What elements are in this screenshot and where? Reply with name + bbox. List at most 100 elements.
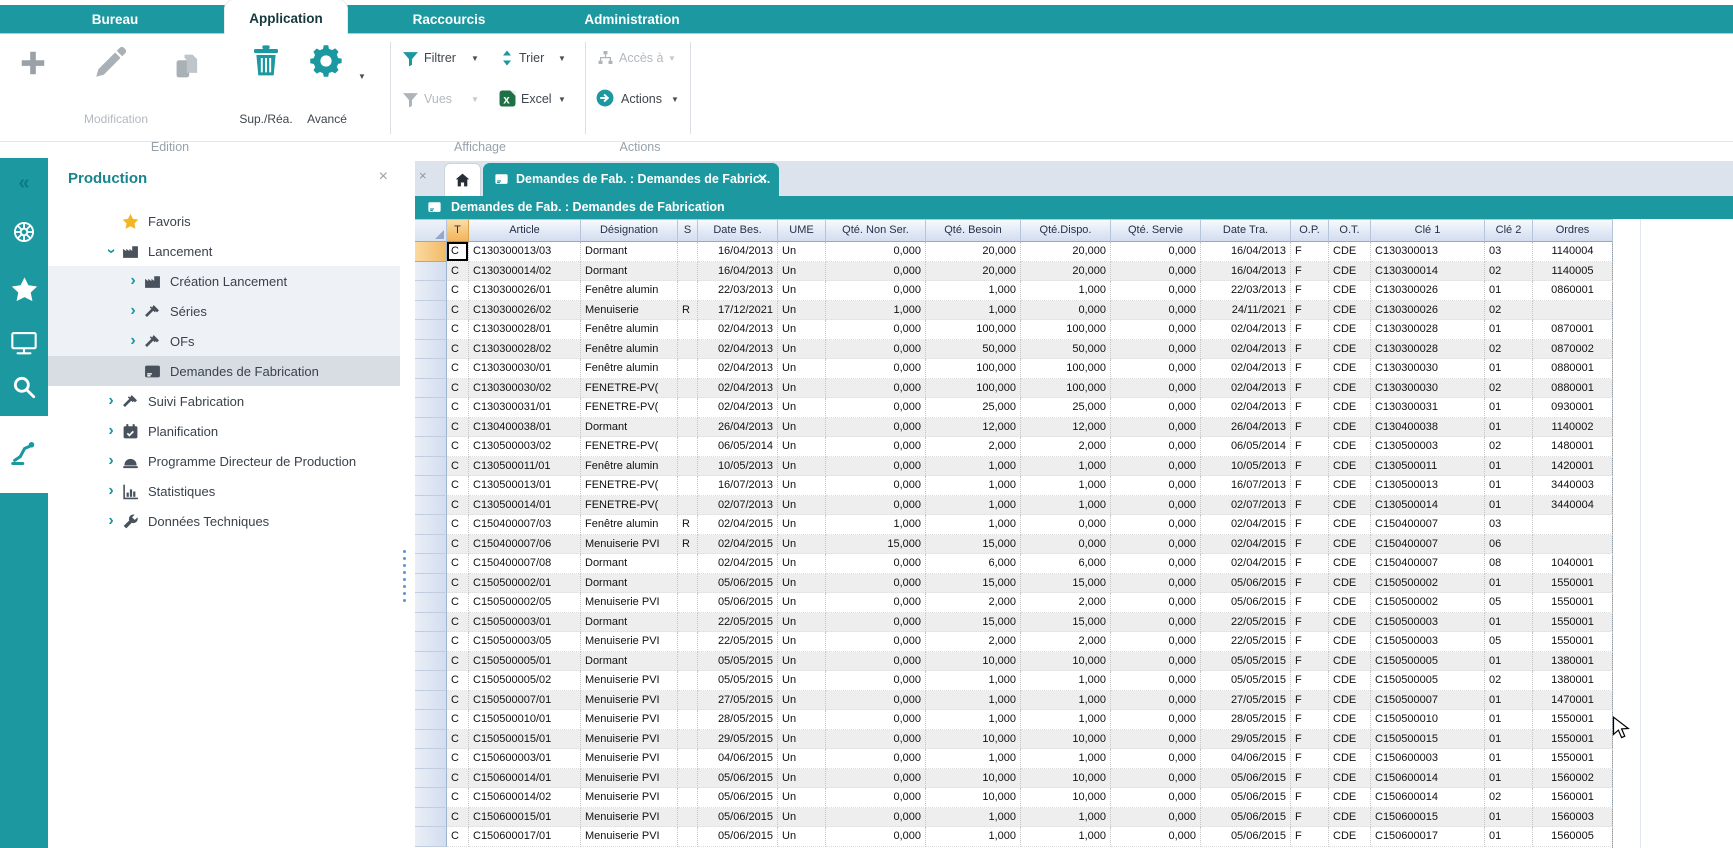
cell-cle1[interactable]: C150500007 [1371, 691, 1485, 711]
cell-qte_servie[interactable]: 0,000 [1111, 827, 1201, 847]
cell-date_bes[interactable]: 05/06/2015 [698, 574, 778, 594]
cell-qte_besoin[interactable]: 100,000 [926, 379, 1021, 399]
cell-ot[interactable]: CDE [1329, 710, 1371, 730]
cell-qte_servie[interactable]: 0,000 [1111, 340, 1201, 360]
cell-qte_dispo[interactable]: 50,000 [1021, 340, 1111, 360]
cell-ume[interactable]: Un [778, 320, 826, 340]
cell-sel[interactable] [415, 574, 447, 594]
cell-qte_non_ser[interactable]: 0,000 [826, 613, 926, 633]
cell-s[interactable] [678, 613, 698, 633]
cell-ume[interactable]: Un [778, 710, 826, 730]
cell-ordres[interactable]: 0870001 [1533, 320, 1613, 340]
cell-op[interactable]: F [1291, 496, 1329, 516]
cell-qte_besoin[interactable]: 1,000 [926, 281, 1021, 301]
column-header-t[interactable]: T [447, 219, 469, 242]
cell-t[interactable]: C [447, 320, 469, 340]
cell-date_bes[interactable]: 29/05/2015 [698, 730, 778, 750]
chevron-right-icon[interactable]: › [122, 274, 144, 288]
cell-ordres[interactable] [1533, 515, 1613, 535]
column-header-ume[interactable]: UME [778, 219, 826, 242]
cell-qte_dispo[interactable]: 1,000 [1021, 476, 1111, 496]
cell-qte_servie[interactable]: 0,000 [1111, 632, 1201, 652]
cell-ordres[interactable]: 1550001 [1533, 710, 1613, 730]
cell-date_tra[interactable]: 10/05/2013 [1201, 457, 1291, 477]
cell-t[interactable]: C [447, 652, 469, 672]
cell-ot[interactable]: CDE [1329, 515, 1371, 535]
cell-sel[interactable] [415, 827, 447, 847]
cell-ume[interactable]: Un [778, 262, 826, 282]
cell-qte_besoin[interactable]: 1,000 [926, 749, 1021, 769]
cell-op[interactable]: F [1291, 515, 1329, 535]
cell-ot[interactable]: CDE [1329, 398, 1371, 418]
cell-ordres[interactable] [1533, 301, 1613, 321]
tab-close-icon[interactable]: ✕ [757, 171, 768, 187]
cell-date_tra[interactable]: 02/07/2013 [1201, 496, 1291, 516]
cell-qte_besoin[interactable]: 20,000 [926, 262, 1021, 282]
cell-qte_non_ser[interactable]: 0,000 [826, 827, 926, 847]
cell-s[interactable] [678, 281, 698, 301]
cell-date_tra[interactable]: 05/06/2015 [1201, 788, 1291, 808]
cell-sel[interactable] [415, 808, 447, 828]
cell-op[interactable]: F [1291, 301, 1329, 321]
cell-sel[interactable] [415, 476, 447, 496]
cell-cle2[interactable]: 01 [1485, 574, 1533, 594]
cell-designation[interactable]: Fenêtre alumin [581, 340, 678, 360]
table-row[interactable]: CC150500002/05Menuiserie PVI05/06/2015Un… [415, 593, 1612, 613]
cell-qte_dispo[interactable]: 6,000 [1021, 554, 1111, 574]
cell-op[interactable]: F [1291, 691, 1329, 711]
cell-s[interactable] [678, 496, 698, 516]
cell-date_tra[interactable]: 16/04/2013 [1201, 262, 1291, 282]
cell-ume[interactable]: Un [778, 340, 826, 360]
cell-ume[interactable]: Un [778, 554, 826, 574]
collapse-panel-icon[interactable]: « [0, 172, 48, 195]
cell-s[interactable] [678, 320, 698, 340]
cell-cle2[interactable]: 01 [1485, 418, 1533, 438]
table-row[interactable]: CC150500005/01Dormant05/05/2015Un0,00010… [415, 652, 1612, 672]
cell-designation[interactable]: FENETRE-PV( [581, 476, 678, 496]
cell-qte_servie[interactable]: 0,000 [1111, 808, 1201, 828]
cell-ot[interactable]: CDE [1329, 418, 1371, 438]
cell-t[interactable]: C [447, 340, 469, 360]
cell-cle2[interactable]: 01 [1485, 457, 1533, 477]
column-header-date_bes[interactable]: Date Bes. [698, 219, 778, 242]
cell-cle1[interactable]: C150500005 [1371, 671, 1485, 691]
cell-ume[interactable]: Un [778, 574, 826, 594]
cell-ot[interactable]: CDE [1329, 730, 1371, 750]
cell-op[interactable]: F [1291, 613, 1329, 633]
table-row[interactable]: CC150500005/02Menuiserie PVI05/05/2015Un… [415, 671, 1612, 691]
cell-ot[interactable]: CDE [1329, 320, 1371, 340]
cell-ordres[interactable]: 1140005 [1533, 262, 1613, 282]
cell-s[interactable] [678, 671, 698, 691]
table-row[interactable]: CC130500013/01FENETRE-PV(16/07/2013Un0,0… [415, 476, 1612, 496]
cell-ordres[interactable]: 1380001 [1533, 652, 1613, 672]
cell-date_bes[interactable]: 02/04/2015 [698, 535, 778, 555]
cell-sel[interactable] [415, 535, 447, 555]
cell-s[interactable] [678, 632, 698, 652]
sidebar-item[interactable]: ›Données Techniques [48, 506, 400, 536]
cell-cle2[interactable]: 02 [1485, 301, 1533, 321]
cell-date_bes[interactable]: 27/05/2015 [698, 691, 778, 711]
cell-qte_servie[interactable]: 0,000 [1111, 788, 1201, 808]
cell-qte_besoin[interactable]: 2,000 [926, 437, 1021, 457]
filtrer-caret-icon[interactable]: ▼ [471, 54, 479, 63]
cell-qte_non_ser[interactable]: 0,000 [826, 242, 926, 262]
cell-ordres[interactable]: 0870002 [1533, 340, 1613, 360]
cell-ot[interactable]: CDE [1329, 496, 1371, 516]
cell-cle2[interactable]: 01 [1485, 320, 1533, 340]
cell-op[interactable]: F [1291, 320, 1329, 340]
cell-ordres[interactable]: 1550001 [1533, 574, 1613, 594]
cell-t[interactable]: C [447, 808, 469, 828]
cell-op[interactable]: F [1291, 632, 1329, 652]
table-row[interactable]: CC130400038/01Dormant26/04/2013Un0,00012… [415, 418, 1612, 438]
cell-s[interactable] [678, 808, 698, 828]
cell-cle1[interactable]: C130300030 [1371, 379, 1485, 399]
cell-date_bes[interactable]: 02/04/2013 [698, 340, 778, 360]
cell-ot[interactable]: CDE [1329, 242, 1371, 262]
cell-qte_dispo[interactable]: 1,000 [1021, 827, 1111, 847]
cell-t[interactable]: C [447, 613, 469, 633]
cell-qte_dispo[interactable]: 10,000 [1021, 652, 1111, 672]
column-header-op[interactable]: O.P. [1291, 219, 1329, 242]
cell-ume[interactable]: Un [778, 437, 826, 457]
cell-qte_besoin[interactable]: 1,000 [926, 476, 1021, 496]
cell-qte_servie[interactable]: 0,000 [1111, 320, 1201, 340]
